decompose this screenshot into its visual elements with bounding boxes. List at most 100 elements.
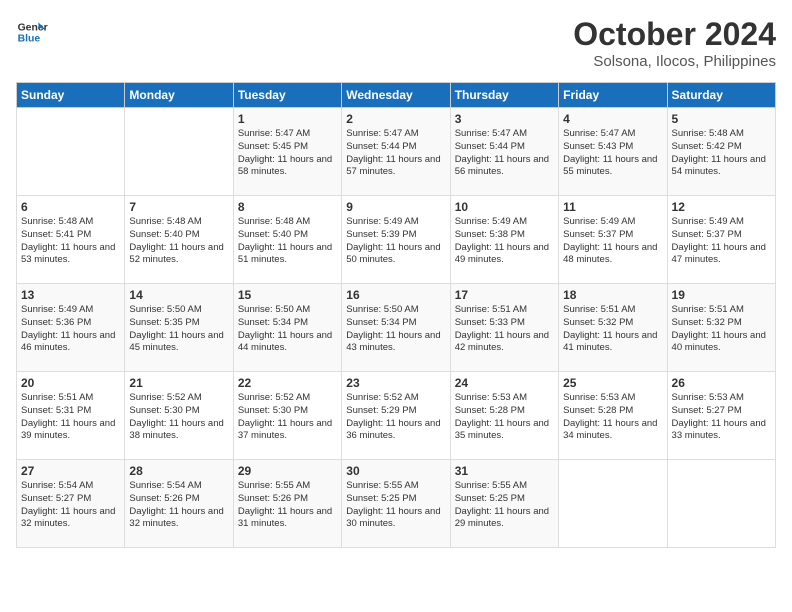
cell-info: Sunrise: 5:55 AM Sunset: 5:25 PM Dayligh… (455, 480, 554, 531)
calendar-cell: 26 Sunrise: 5:53 AM Sunset: 5:27 PM Dayli… (667, 372, 775, 460)
calendar-cell: 8Sunrise: 5:48 AM Sunset: 5:40 PM Daylig… (233, 196, 341, 284)
logo: General Blue (16, 16, 48, 48)
week-row-4: 20Sunrise: 5:51 AM Sunset: 5:31 PM Dayli… (17, 372, 776, 460)
day-number: 28 (129, 464, 228, 478)
day-number: 23 (346, 376, 445, 390)
day-number: 20 (21, 376, 120, 390)
day-header-wednesday: Wednesday (342, 83, 450, 108)
cell-info: Sunrise: 5:47 AM Sunset: 5:44 PM Dayligh… (455, 128, 554, 179)
day-number: 10 (455, 200, 554, 214)
day-number: 7 (129, 200, 228, 214)
day-number: 9 (346, 200, 445, 214)
calendar-cell: 13Sunrise: 5:49 AM Sunset: 5:36 PM Dayli… (17, 284, 125, 372)
cell-info: Sunrise: 5:49 AM Sunset: 5:38 PM Dayligh… (455, 216, 554, 267)
day-number: 1 (238, 112, 337, 126)
week-row-1: 1 Sunrise: 5:47 AM Sunset: 5:45 PM Daylig… (17, 108, 776, 196)
day-number: 31 (455, 464, 554, 478)
calendar-cell: 20Sunrise: 5:51 AM Sunset: 5:31 PM Dayli… (17, 372, 125, 460)
cell-info: Sunrise: 5:53 AM Sunset: 5:28 PM Dayligh… (455, 392, 554, 443)
calendar-cell: 7 Sunrise: 5:48 AM Sunset: 5:40 PM Daylig… (125, 196, 233, 284)
calendar-cell: 31 Sunrise: 5:55 AM Sunset: 5:25 PM Dayli… (450, 460, 558, 548)
calendar-table: SundayMondayTuesdayWednesdayThursdayFrid… (16, 82, 776, 548)
cell-info: Sunrise: 5:53 AM Sunset: 5:27 PM Dayligh… (672, 392, 771, 443)
day-header-sunday: Sunday (17, 83, 125, 108)
calendar-cell: 18Sunrise: 5:51 AM Sunset: 5:32 PM Dayli… (559, 284, 667, 372)
day-number: 11 (563, 200, 662, 214)
day-number: 13 (21, 288, 120, 302)
day-number: 24 (455, 376, 554, 390)
day-number: 12 (672, 200, 771, 214)
calendar-body: 1 Sunrise: 5:47 AM Sunset: 5:45 PM Daylig… (17, 108, 776, 548)
day-number: 15 (238, 288, 337, 302)
calendar-cell: 25Sunrise: 5:53 AM Sunset: 5:28 PM Dayli… (559, 372, 667, 460)
day-header-tuesday: Tuesday (233, 83, 341, 108)
calendar-cell: 27 Sunrise: 5:54 AM Sunset: 5:27 PM Dayli… (17, 460, 125, 548)
calendar-cell: 10 Sunrise: 5:49 AM Sunset: 5:38 PM Dayli… (450, 196, 558, 284)
calendar-cell: 4Sunrise: 5:47 AM Sunset: 5:43 PM Daylig… (559, 108, 667, 196)
calendar-cell (17, 108, 125, 196)
day-number: 29 (238, 464, 337, 478)
week-row-3: 13Sunrise: 5:49 AM Sunset: 5:36 PM Dayli… (17, 284, 776, 372)
calendar-cell: 12 Sunrise: 5:49 AM Sunset: 5:37 PM Dayli… (667, 196, 775, 284)
day-header-friday: Friday (559, 83, 667, 108)
calendar-cell: 14 Sunrise: 5:50 AM Sunset: 5:35 PM Dayli… (125, 284, 233, 372)
day-number: 30 (346, 464, 445, 478)
cell-info: Sunrise: 5:50 AM Sunset: 5:34 PM Dayligh… (238, 304, 337, 355)
calendar-cell (125, 108, 233, 196)
cell-info: Sunrise: 5:55 AM Sunset: 5:25 PM Dayligh… (346, 480, 445, 531)
calendar-cell: 29 Sunrise: 5:55 AM Sunset: 5:26 PM Dayli… (233, 460, 341, 548)
cell-info: Sunrise: 5:47 AM Sunset: 5:44 PM Dayligh… (346, 128, 445, 179)
calendar-cell: 6Sunrise: 5:48 AM Sunset: 5:41 PM Daylig… (17, 196, 125, 284)
calendar-cell: 24 Sunrise: 5:53 AM Sunset: 5:28 PM Dayli… (450, 372, 558, 460)
cell-info: Sunrise: 5:50 AM Sunset: 5:35 PM Dayligh… (129, 304, 228, 355)
day-number: 19 (672, 288, 771, 302)
cell-info: Sunrise: 5:48 AM Sunset: 5:41 PM Dayligh… (21, 216, 120, 267)
day-header-saturday: Saturday (667, 83, 775, 108)
day-number: 18 (563, 288, 662, 302)
day-number: 27 (21, 464, 120, 478)
calendar-cell: 9 Sunrise: 5:49 AM Sunset: 5:39 PM Daylig… (342, 196, 450, 284)
cell-info: Sunrise: 5:49 AM Sunset: 5:39 PM Dayligh… (346, 216, 445, 267)
location-subtitle: Solsona, Ilocos, Philippines (573, 53, 776, 70)
cell-info: Sunrise: 5:51 AM Sunset: 5:33 PM Dayligh… (455, 304, 554, 355)
cell-info: Sunrise: 5:55 AM Sunset: 5:26 PM Dayligh… (238, 480, 337, 531)
cell-info: Sunrise: 5:52 AM Sunset: 5:29 PM Dayligh… (346, 392, 445, 443)
cell-info: Sunrise: 5:52 AM Sunset: 5:30 PM Dayligh… (129, 392, 228, 443)
calendar-header-row: SundayMondayTuesdayWednesdayThursdayFrid… (17, 83, 776, 108)
calendar-cell: 21 Sunrise: 5:52 AM Sunset: 5:30 PM Dayli… (125, 372, 233, 460)
calendar-cell: 19 Sunrise: 5:51 AM Sunset: 5:32 PM Dayli… (667, 284, 775, 372)
title-block: October 2024 Solsona, Ilocos, Philippine… (573, 16, 776, 70)
cell-info: Sunrise: 5:49 AM Sunset: 5:37 PM Dayligh… (563, 216, 662, 267)
cell-info: Sunrise: 5:47 AM Sunset: 5:45 PM Dayligh… (238, 128, 337, 179)
page-header: General Blue October 2024 Solsona, Iloco… (16, 16, 776, 70)
cell-info: Sunrise: 5:53 AM Sunset: 5:28 PM Dayligh… (563, 392, 662, 443)
month-title: October 2024 (573, 16, 776, 53)
cell-info: Sunrise: 5:48 AM Sunset: 5:40 PM Dayligh… (238, 216, 337, 267)
day-number: 26 (672, 376, 771, 390)
calendar-cell: 11 Sunrise: 5:49 AM Sunset: 5:37 PM Dayli… (559, 196, 667, 284)
calendar-cell: 1 Sunrise: 5:47 AM Sunset: 5:45 PM Daylig… (233, 108, 341, 196)
cell-info: Sunrise: 5:54 AM Sunset: 5:27 PM Dayligh… (21, 480, 120, 531)
calendar-cell (667, 460, 775, 548)
cell-info: Sunrise: 5:51 AM Sunset: 5:32 PM Dayligh… (672, 304, 771, 355)
cell-info: Sunrise: 5:54 AM Sunset: 5:26 PM Dayligh… (129, 480, 228, 531)
logo-icon: General Blue (16, 16, 48, 48)
calendar-cell: 30 Sunrise: 5:55 AM Sunset: 5:25 PM Dayli… (342, 460, 450, 548)
day-number: 22 (238, 376, 337, 390)
day-header-thursday: Thursday (450, 83, 558, 108)
cell-info: Sunrise: 5:48 AM Sunset: 5:40 PM Dayligh… (129, 216, 228, 267)
cell-info: Sunrise: 5:49 AM Sunset: 5:37 PM Dayligh… (672, 216, 771, 267)
day-header-monday: Monday (125, 83, 233, 108)
calendar-cell: 16Sunrise: 5:50 AM Sunset: 5:34 PM Dayli… (342, 284, 450, 372)
day-number: 2 (346, 112, 445, 126)
day-number: 21 (129, 376, 228, 390)
day-number: 14 (129, 288, 228, 302)
cell-info: Sunrise: 5:47 AM Sunset: 5:43 PM Dayligh… (563, 128, 662, 179)
cell-info: Sunrise: 5:48 AM Sunset: 5:42 PM Dayligh… (672, 128, 771, 179)
day-number: 17 (455, 288, 554, 302)
calendar-cell: 5Sunrise: 5:48 AM Sunset: 5:42 PM Daylig… (667, 108, 775, 196)
week-row-2: 6Sunrise: 5:48 AM Sunset: 5:41 PM Daylig… (17, 196, 776, 284)
calendar-cell: 2 Sunrise: 5:47 AM Sunset: 5:44 PM Daylig… (342, 108, 450, 196)
calendar-cell: 17 Sunrise: 5:51 AM Sunset: 5:33 PM Dayli… (450, 284, 558, 372)
calendar-cell (559, 460, 667, 548)
